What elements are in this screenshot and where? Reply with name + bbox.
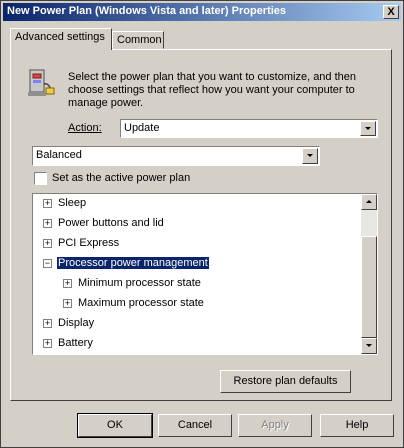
tree-item-label[interactable]: Maximum processor state (77, 297, 205, 309)
tree-item-label[interactable]: PCI Express (57, 237, 120, 249)
apply-button[interactable]: Apply (238, 414, 312, 437)
cancel-button[interactable]: Cancel (158, 414, 232, 437)
chevron-down-icon[interactable] (302, 148, 318, 164)
action-value: Update (124, 122, 160, 134)
tree-item-label[interactable]: Power buttons and lid (57, 217, 165, 229)
expand-icon[interactable]: + (43, 199, 52, 208)
close-button[interactable]: X (383, 5, 399, 19)
power-plan-select[interactable]: Balanced (32, 146, 320, 166)
help-button[interactable]: Help (320, 414, 394, 437)
tab-common[interactable]: Common (112, 31, 164, 49)
scrollbar-thumb[interactable] (361, 236, 377, 338)
scroll-up-icon[interactable] (361, 194, 377, 210)
action-label-text: Action: (68, 122, 102, 134)
power-plan-value: Balanced (36, 149, 82, 161)
active-plan-checkbox[interactable] (34, 172, 47, 185)
expand-icon[interactable]: + (63, 299, 72, 308)
expand-icon[interactable]: + (63, 279, 72, 288)
tree-scrollbar[interactable] (361, 194, 377, 354)
collapse-icon[interactable]: − (43, 259, 52, 268)
description-text: Select the power plan that you want to c… (68, 71, 357, 109)
active-plan-label[interactable]: Set as the active power plan (52, 172, 190, 184)
action-select[interactable]: Update (120, 119, 378, 138)
expand-icon[interactable]: + (43, 319, 52, 328)
tree-item-label[interactable]: Processor power management (56, 256, 210, 270)
tree-item-label[interactable]: Sleep (57, 197, 87, 209)
expand-icon[interactable]: + (43, 219, 52, 228)
tab-advanced-settings[interactable]: Advanced settings (10, 28, 112, 50)
expand-icon[interactable]: + (43, 239, 52, 248)
action-label: Action: (68, 122, 102, 134)
restore-plan-defaults-button[interactable]: Restore plan defaults (220, 370, 351, 393)
chevron-down-icon[interactable] (360, 121, 376, 136)
tree-item-label[interactable]: Minimum processor state (77, 277, 202, 289)
ok-button[interactable]: OK (77, 413, 153, 438)
settings-tree[interactable]: + Sleep + Power buttons and lid + PCI Ex… (32, 193, 378, 355)
expand-icon[interactable]: + (43, 339, 52, 348)
tree-item-label[interactable]: Battery (57, 337, 94, 349)
window-title: New Power Plan (Windows Vista and later)… (7, 5, 287, 17)
power-plan-icon (28, 69, 55, 96)
tree-item-label[interactable]: Display (57, 317, 95, 329)
title-bar: New Power Plan (Windows Vista and later)… (3, 3, 401, 21)
scroll-down-icon[interactable] (361, 338, 377, 354)
